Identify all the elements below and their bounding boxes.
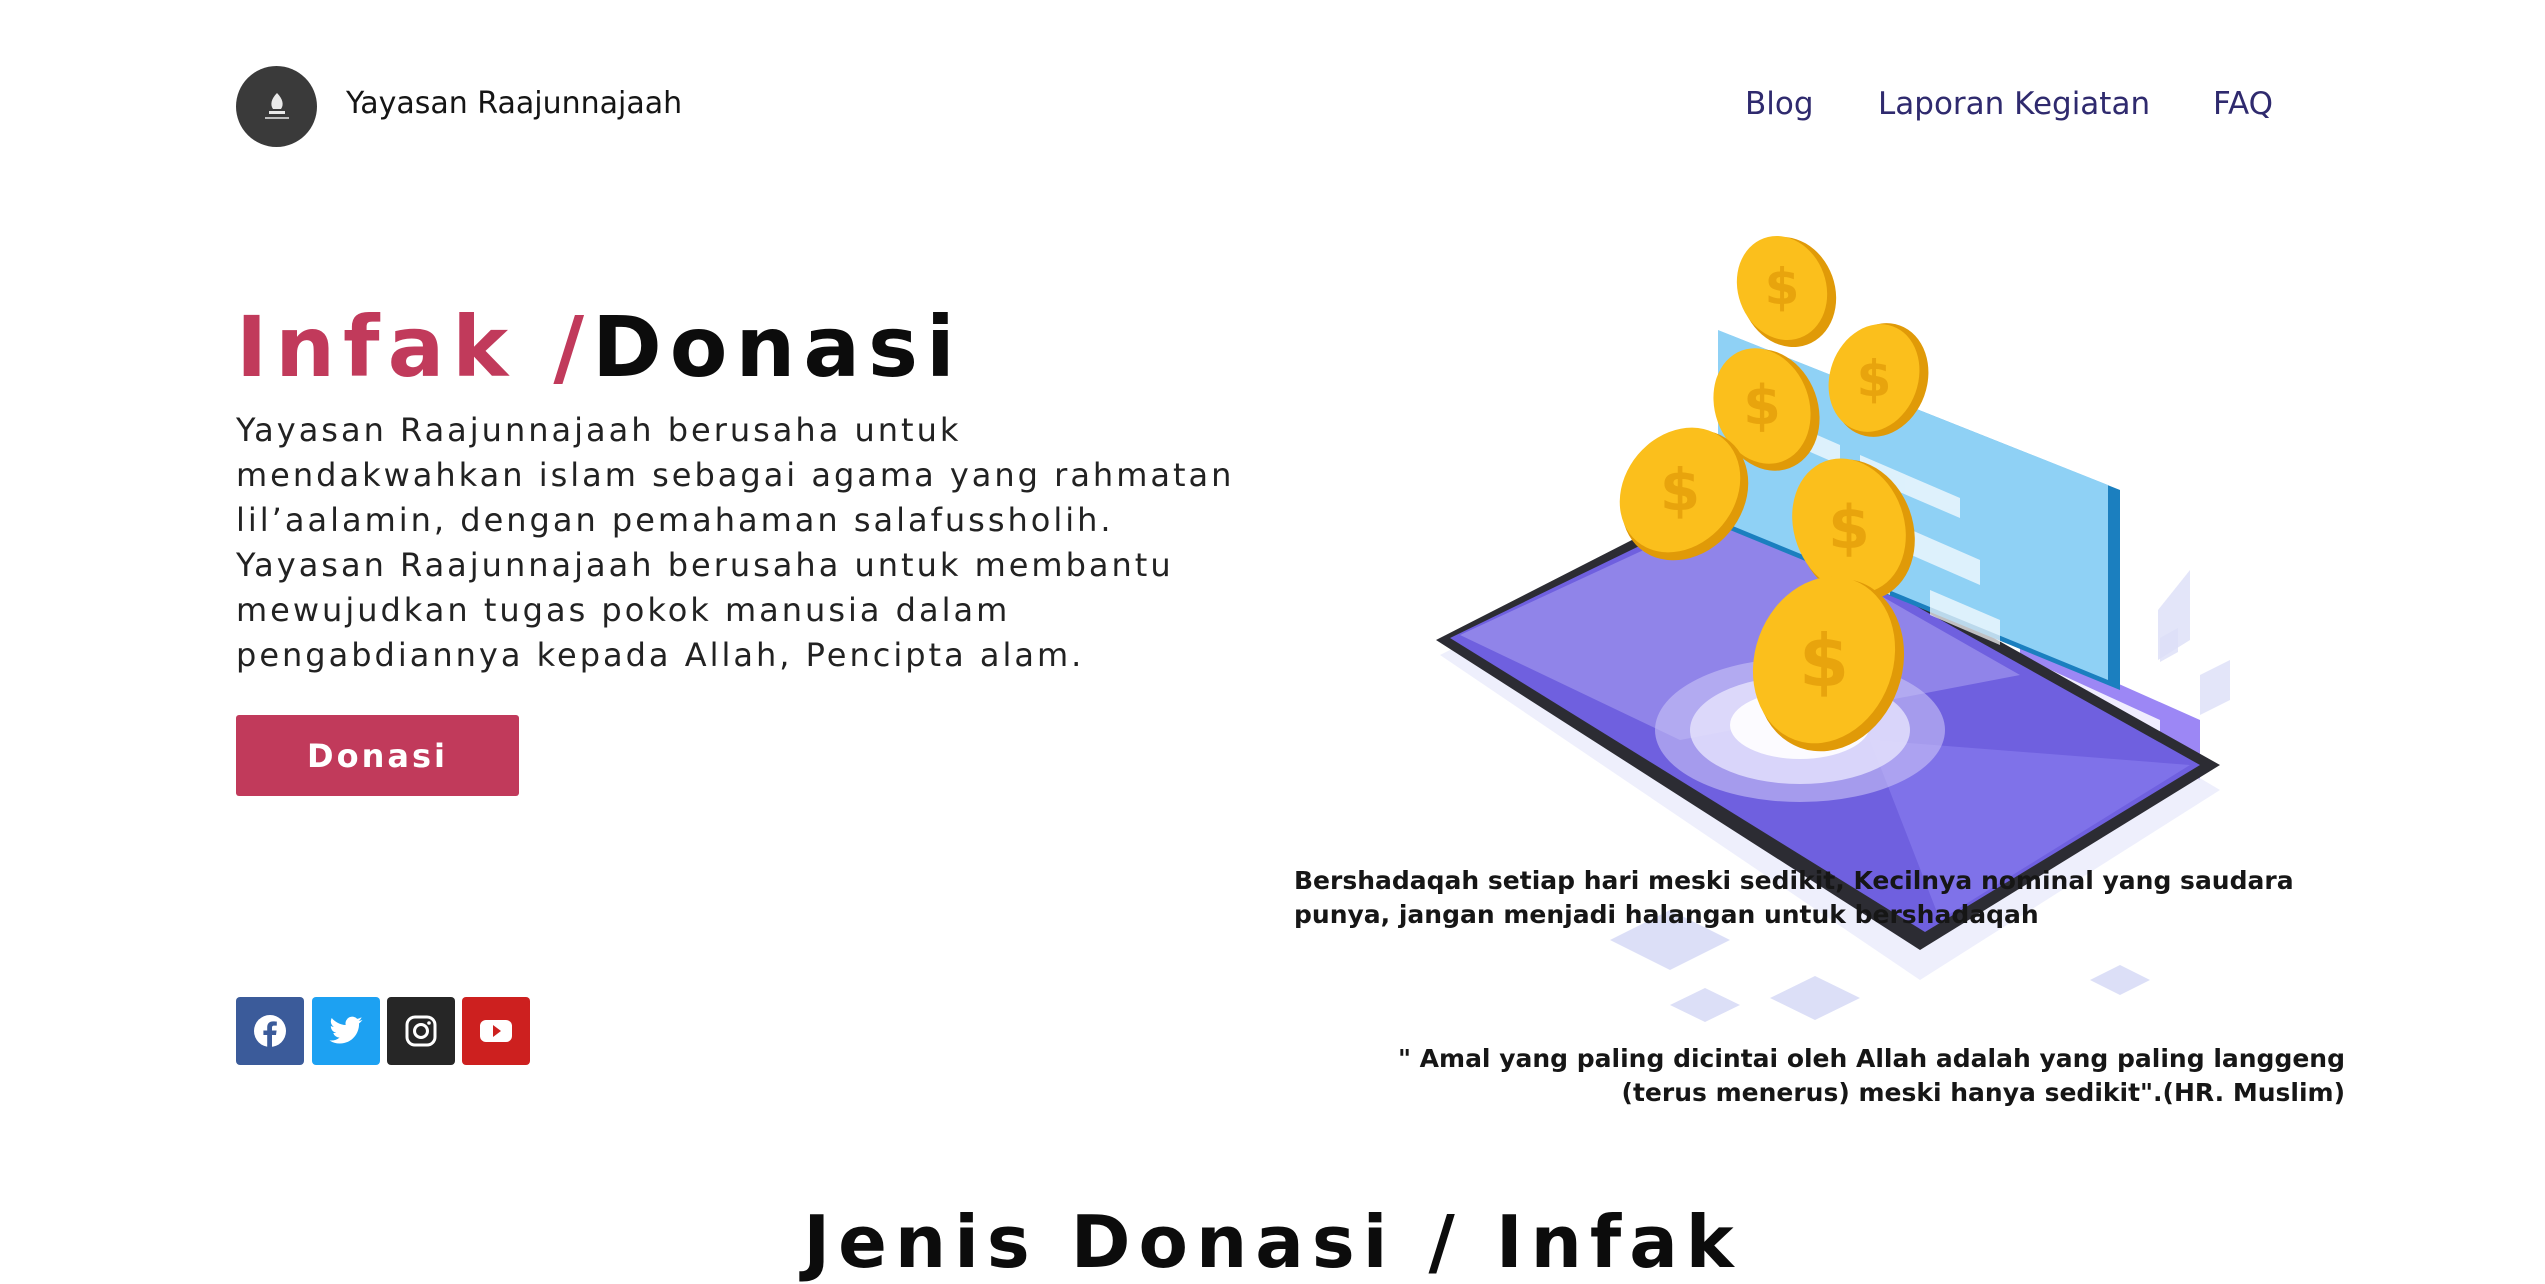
- section-title: Jenis Donasi / Infak: [803, 1200, 1742, 1284]
- mosque-logo-icon: [264, 92, 289, 119]
- nav-faq[interactable]: FAQ: [2213, 86, 2273, 122]
- facebook-button[interactable]: [236, 997, 304, 1065]
- youtube-button[interactable]: [462, 997, 530, 1065]
- facebook-icon: [254, 1015, 286, 1047]
- twitter-button[interactable]: [312, 997, 380, 1065]
- hero-title-infak: Infak: [236, 298, 554, 396]
- svg-text:$: $: [1828, 493, 1870, 563]
- svg-text:$: $: [1799, 619, 1849, 703]
- svg-text:$: $: [1660, 456, 1700, 524]
- shadaqah-quote: Bershadaqah setiap hari meski sedikit, K…: [1294, 866, 2294, 929]
- donate-button[interactable]: Donasi: [236, 715, 519, 796]
- hadith-quote: " Amal yang paling dicintai oleh Allah a…: [1397, 1044, 2345, 1107]
- nav-blog[interactable]: Blog: [1745, 86, 1814, 122]
- instagram-button[interactable]: [387, 997, 455, 1065]
- svg-text:$: $: [1857, 350, 1892, 408]
- instagram-icon: [405, 1015, 437, 1047]
- hero-title: Infak /Donasi: [236, 298, 963, 396]
- site-logo[interactable]: [236, 66, 317, 147]
- hero-description: Yayasan Raajunnajaah berusaha untuk mend…: [236, 411, 1235, 674]
- hero-title-slash: /: [553, 298, 593, 396]
- svg-text:$: $: [1743, 374, 1781, 437]
- brand-name[interactable]: Yayasan Raajunnajaah: [346, 86, 682, 121]
- youtube-icon: [480, 1020, 512, 1042]
- svg-text:$: $: [1765, 258, 1800, 316]
- hero-title-donasi: Donasi: [592, 298, 963, 396]
- nav-laporan-kegiatan[interactable]: Laporan Kegiatan: [1878, 86, 2150, 122]
- twitter-icon: [329, 1016, 363, 1044]
